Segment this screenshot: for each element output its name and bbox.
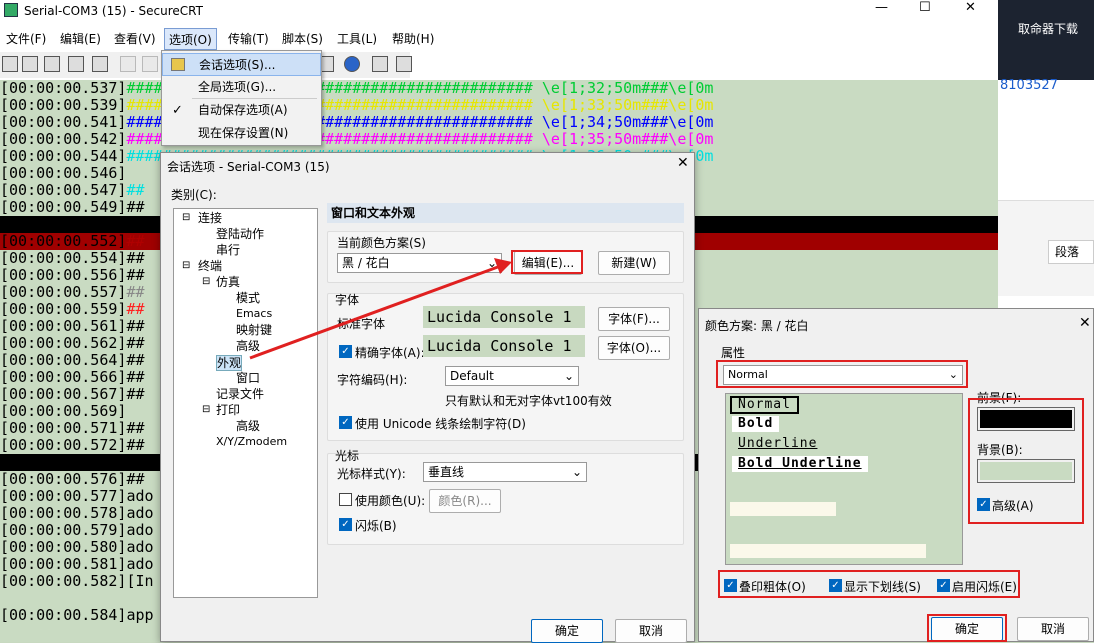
- annotation-arrow: [249, 258, 512, 360]
